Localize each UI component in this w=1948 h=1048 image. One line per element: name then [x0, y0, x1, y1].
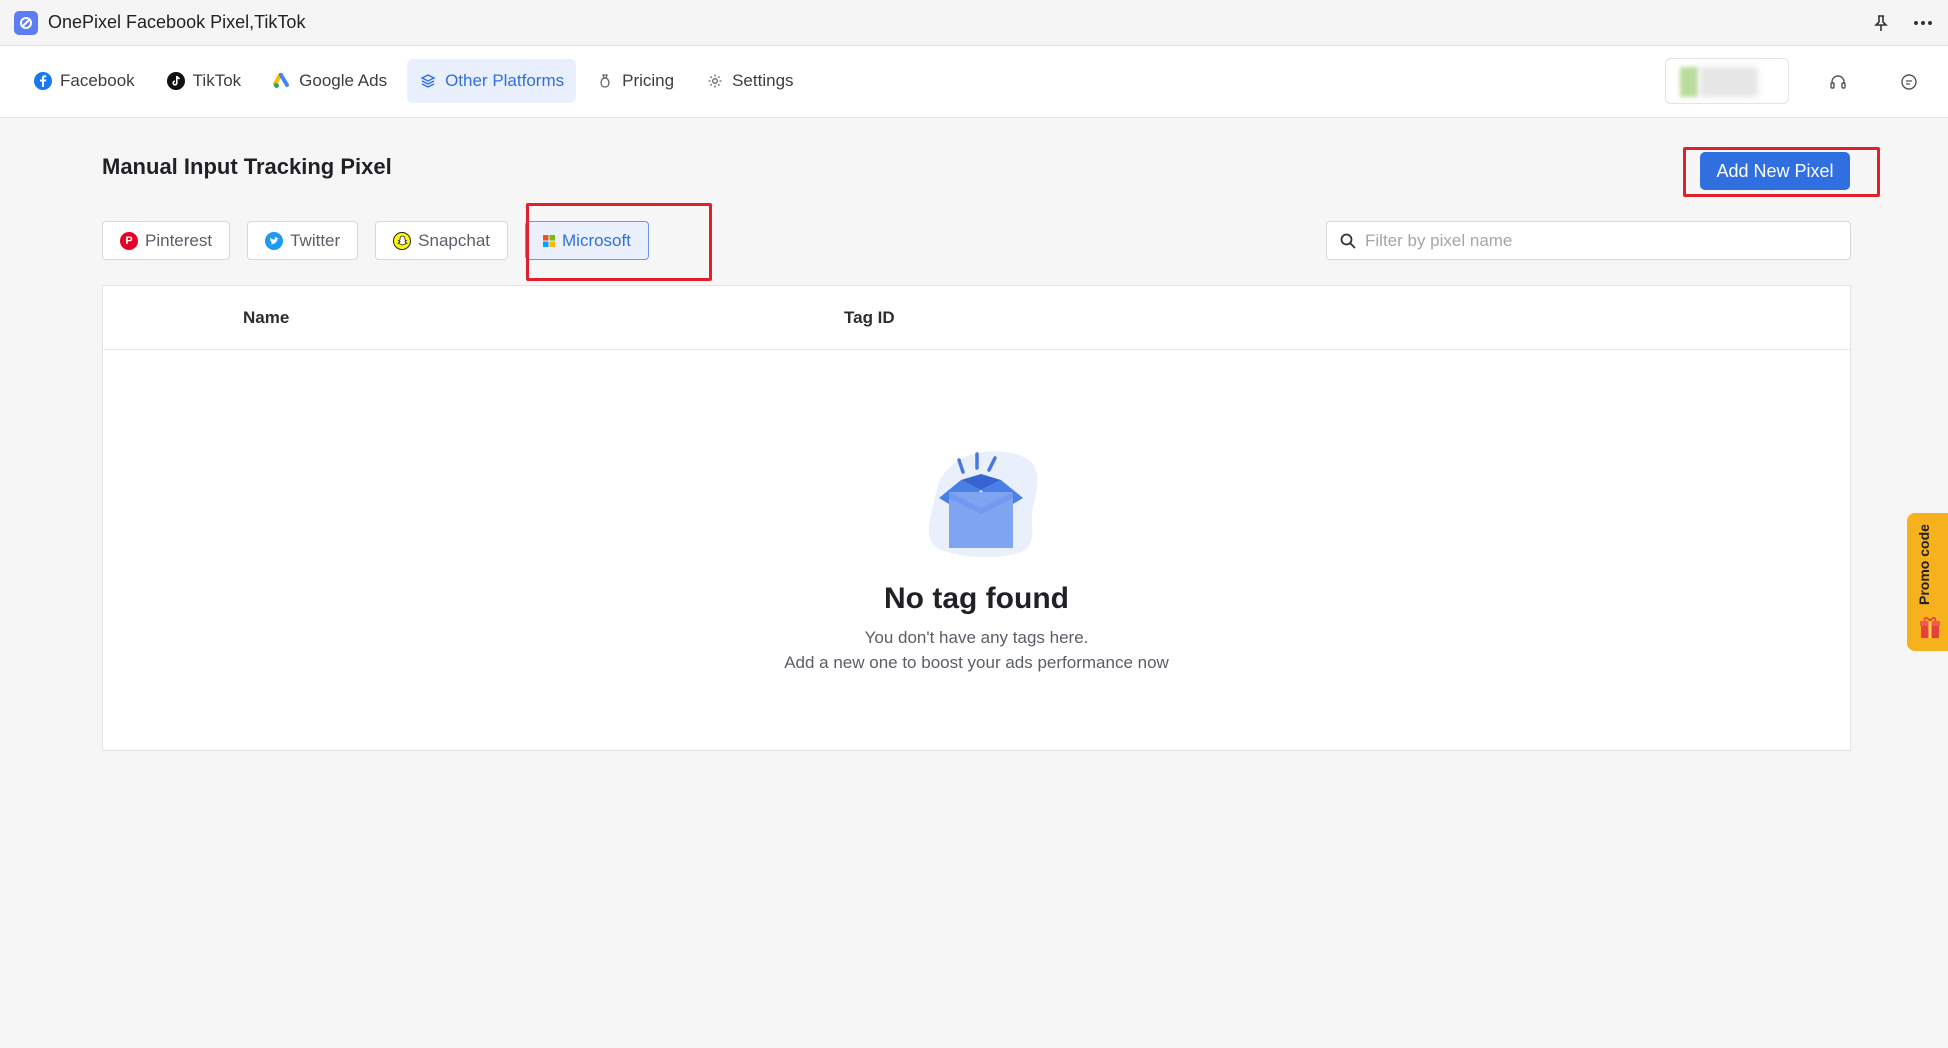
nav-label: Other Platforms — [445, 71, 565, 90]
twitter-icon — [265, 231, 284, 250]
nav-label: Pricing — [622, 71, 675, 90]
money-bag-icon — [596, 72, 614, 90]
tab-label: Snapchat — [418, 230, 490, 250]
empty-box-illustration — [911, 426, 1051, 566]
google-ads-icon — [273, 72, 291, 90]
column-header-tag-id: Tag ID — [844, 308, 895, 327]
facebook-icon — [34, 72, 52, 90]
tab-pinterest[interactable]: P Pinterest — [102, 221, 231, 260]
tab-label: Microsoft — [562, 230, 631, 250]
nav-label: TikTok — [192, 71, 242, 90]
empty-state-line-2: Add a new one to boost your ads performa… — [784, 653, 1169, 672]
add-new-pixel-button[interactable]: Add New Pixel — [1700, 152, 1850, 190]
nav-item-google-ads[interactable]: Google Ads — [261, 59, 399, 103]
tab-label: Twitter — [290, 230, 341, 250]
nav-item-facebook[interactable]: Facebook — [22, 59, 147, 103]
nav-item-pricing[interactable]: Pricing — [584, 59, 686, 103]
promo-code-tab[interactable]: Promo code — [1907, 513, 1948, 651]
nav-item-tiktok[interactable]: TikTok — [155, 59, 254, 103]
nav-item-other-platforms[interactable]: Other Platforms — [407, 59, 577, 103]
microsoft-icon — [543, 234, 555, 247]
search-icon — [1339, 232, 1357, 250]
gift-icon — [1919, 615, 1941, 639]
nav-label: Google Ads — [299, 71, 388, 90]
headset-support-icon[interactable] — [1824, 68, 1852, 96]
table-header: Name Tag ID — [103, 286, 1850, 350]
title-bar: OnePixel Facebook Pixel,TikTok — [0, 0, 1948, 46]
more-options-icon[interactable] — [1912, 12, 1934, 34]
nav-item-settings[interactable]: Settings — [694, 59, 805, 103]
empty-state-line-1: You don't have any tags here. — [864, 628, 1089, 647]
pinterest-icon: P — [120, 231, 138, 250]
search-input[interactable] — [1365, 230, 1850, 251]
account-avatar[interactable] — [1665, 58, 1789, 104]
gear-icon — [706, 72, 724, 90]
tab-microsoft[interactable]: Microsoft — [525, 221, 649, 260]
column-header-name: Name — [243, 308, 290, 327]
chat-icon[interactable] — [1895, 68, 1923, 96]
tab-snapchat[interactable]: Snapchat — [375, 221, 508, 260]
pin-icon[interactable] — [1870, 12, 1892, 34]
window-title: OnePixel Facebook Pixel,TikTok — [48, 12, 306, 32]
nav-label: Settings — [732, 71, 794, 90]
page-title: Manual Input Tracking Pixel — [102, 154, 392, 179]
search-box — [1326, 221, 1851, 260]
promo-code-label: Promo code — [1916, 524, 1932, 605]
layers-icon — [419, 72, 437, 90]
app-logo-icon — [14, 10, 38, 35]
pixel-table: Name Tag ID No tag found You don't have … — [102, 285, 1851, 751]
snapchat-icon — [393, 231, 412, 250]
nav-label: Facebook — [60, 71, 135, 90]
platform-tabs: P Pinterest Twitter Snapchat Microsoft — [102, 221, 649, 260]
tab-label: Pinterest — [145, 230, 213, 250]
tiktok-icon — [166, 72, 185, 90]
tab-twitter[interactable]: Twitter — [247, 221, 359, 260]
empty-state-title: No tag found — [884, 582, 1069, 615]
top-navigation: Facebook TikTok Google Ads Other Platfor… — [0, 46, 1948, 118]
